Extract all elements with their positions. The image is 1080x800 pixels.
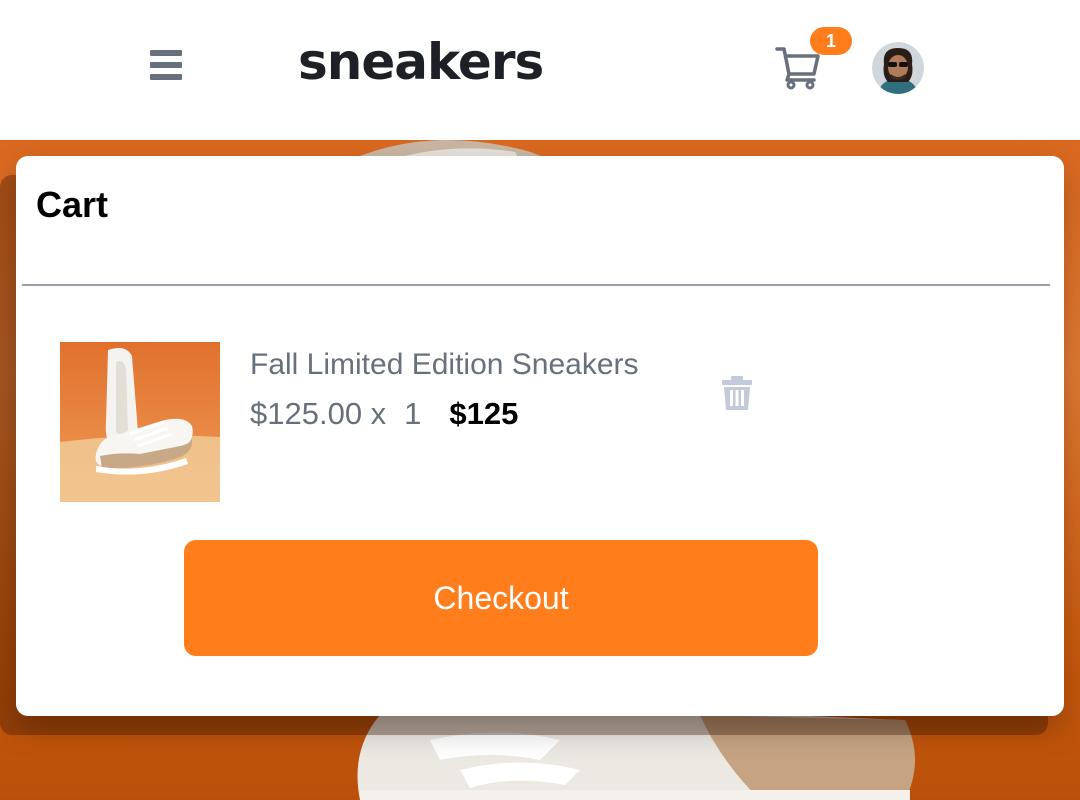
trash-icon <box>722 376 752 410</box>
product-thumbnail <box>60 342 220 502</box>
checkout-button[interactable]: Checkout <box>184 540 818 656</box>
site-header: sneakers 1 <box>0 0 1080 140</box>
price-line: $125.00 x 1 $125 <box>250 396 518 432</box>
cart-divider <box>22 284 1050 286</box>
menu-icon[interactable] <box>150 50 182 82</box>
cart-count-badge: 1 <box>810 27 852 55</box>
item-quantity: 1 <box>404 396 422 431</box>
item-total: $125 <box>449 396 519 431</box>
product-name: Fall Limited Edition Sneakers <box>250 348 639 381</box>
avatar[interactable] <box>872 42 924 94</box>
delete-item-button[interactable] <box>722 376 752 410</box>
unit-price: $125.00 x <box>250 396 387 431</box>
cart-panel: Cart Fall Limited Edition Sneakers $125.… <box>16 156 1064 716</box>
logo[interactable]: sneakers <box>298 30 544 94</box>
cart-title: Cart <box>36 184 109 225</box>
